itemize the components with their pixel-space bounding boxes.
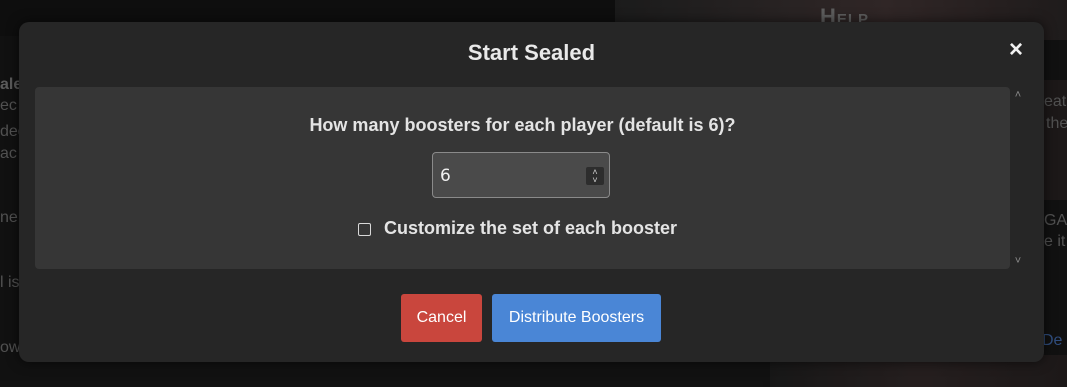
dialog-scrollbar[interactable]: ˄ ˅	[1010, 87, 1026, 269]
start-sealed-dialog: Start Sealed × How many boosters for eac…	[19, 22, 1044, 362]
cancel-button[interactable]: Cancel	[401, 294, 482, 342]
dialog-body: How many boosters for each player (defau…	[35, 87, 1010, 269]
customize-set-label[interactable]: Customize the set of each booster	[384, 218, 677, 239]
scroll-up-icon[interactable]: ˄	[1010, 87, 1026, 103]
customize-set-checkbox[interactable]	[358, 223, 371, 236]
dialog-title: Start Sealed	[467, 40, 596, 65]
distribute-boosters-button[interactable]: Distribute Boosters	[492, 294, 661, 342]
booster-count-question: How many boosters for each player (defau…	[309, 115, 736, 135]
close-icon[interactable]: ×	[1006, 38, 1026, 62]
scroll-down-icon[interactable]: ˅	[1010, 253, 1026, 269]
booster-count-value: 6	[440, 166, 451, 186]
chevron-down-icon[interactable]: ˅	[586, 176, 604, 185]
booster-count-input[interactable]: 6 ˄ ˅	[432, 152, 610, 198]
number-stepper[interactable]: ˄ ˅	[586, 167, 604, 185]
